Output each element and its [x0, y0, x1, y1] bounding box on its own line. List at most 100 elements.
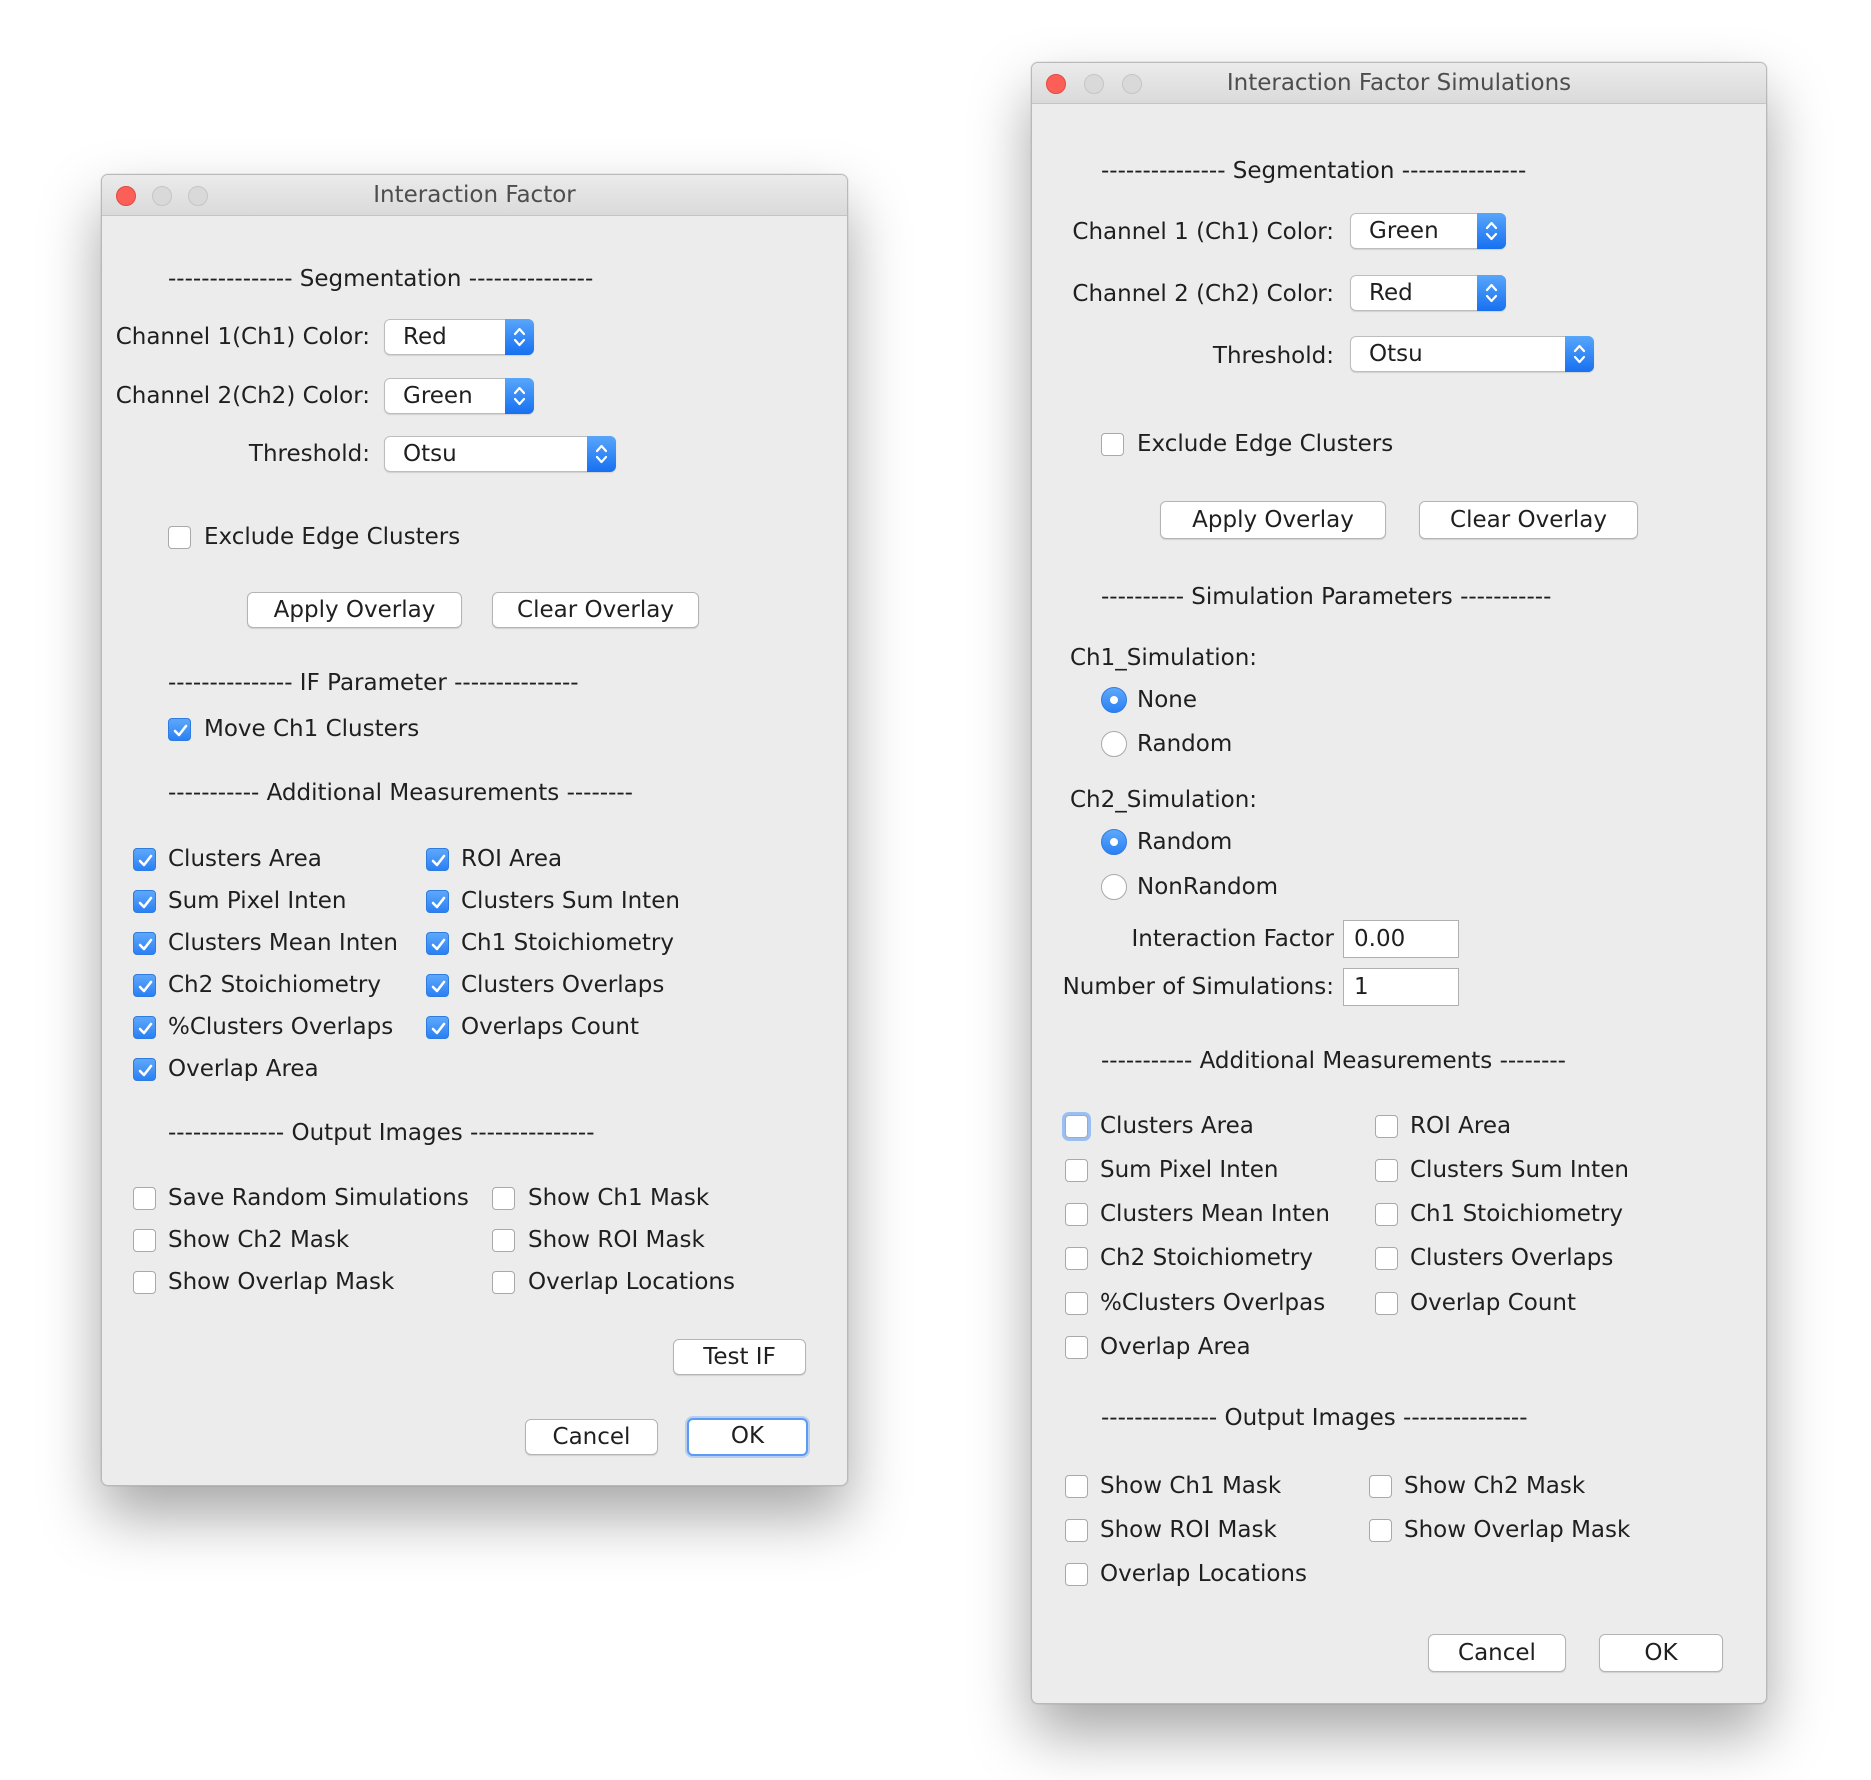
segmentation-header: --------------- Segmentation -----------…	[1101, 158, 1527, 184]
ch1-sim-random-radio[interactable]	[1101, 731, 1127, 757]
roi-area-checkbox[interactable]	[426, 848, 449, 871]
pct-clusters-overlaps-label: %Clusters Overlaps	[168, 1014, 394, 1040]
exclude-edge-checkbox[interactable]	[168, 526, 191, 549]
overlap-locations-checkbox[interactable]	[1065, 1563, 1088, 1586]
cancel-button[interactable]: Cancel	[525, 1419, 658, 1455]
additional-measurements-header: ----------- Additional Measurements ----…	[168, 780, 633, 806]
test-if-button[interactable]: Test IF	[673, 1339, 806, 1375]
ok-button[interactable]: OK	[1599, 1634, 1723, 1672]
show-ch1-mask-label: Show Ch1 Mask	[1100, 1473, 1282, 1499]
overlaps-count-checkbox[interactable]	[426, 1016, 449, 1039]
show-roi-mask-label: Show ROI Mask	[528, 1227, 705, 1253]
ch1-color-label: Channel 1 (Ch1) Color:	[1072, 219, 1334, 245]
show-overlap-mask-checkbox[interactable]	[1369, 1519, 1392, 1542]
save-random-simulations-checkbox[interactable]	[133, 1187, 156, 1210]
output-images-header: -------------- Output Images -----------…	[1101, 1405, 1528, 1431]
select-arrows-icon	[1477, 213, 1506, 249]
clusters-sum-inten-label: Clusters Sum Inten	[1410, 1157, 1629, 1183]
ch2-sim-random-label: Random	[1137, 829, 1233, 855]
overlap-area-label: Overlap Area	[1100, 1334, 1251, 1360]
output-images-header: -------------- Output Images -----------…	[168, 1120, 595, 1146]
sum-pixel-inten-label: Sum Pixel Inten	[168, 888, 347, 914]
pct-clusters-overlaps-checkbox[interactable]	[1065, 1292, 1088, 1315]
select-arrows-icon	[587, 436, 616, 472]
show-ch2-mask-checkbox[interactable]	[133, 1229, 156, 1252]
select-arrows-icon	[505, 378, 534, 414]
ch2-stoichiometry-checkbox[interactable]	[133, 974, 156, 997]
interaction-factor-label: Interaction Factor	[1131, 926, 1335, 952]
number-of-simulations-field[interactable]: 1	[1343, 968, 1459, 1006]
overlap-locations-label: Overlap Locations	[1100, 1561, 1307, 1587]
threshold-select[interactable]: Otsu	[1350, 336, 1594, 372]
ch2-sim-nonrandom-radio[interactable]	[1101, 874, 1127, 900]
ch2-color-label: Channel 2 (Ch2) Color:	[1072, 281, 1334, 307]
sum-pixel-inten-label: Sum Pixel Inten	[1100, 1157, 1279, 1183]
roi-area-label: ROI Area	[1410, 1113, 1512, 1139]
overlap-area-checkbox[interactable]	[1065, 1336, 1088, 1359]
ch1-stoichiometry-checkbox[interactable]	[1375, 1203, 1398, 1226]
ch1-sim-none-radio[interactable]	[1101, 687, 1127, 713]
overlap-area-checkbox[interactable]	[133, 1058, 156, 1081]
overlap-locations-label: Overlap Locations	[528, 1269, 735, 1295]
clusters-mean-inten-checkbox[interactable]	[133, 932, 156, 955]
ch2-stoichiometry-label: Ch2 Stoichiometry	[168, 972, 381, 998]
overlap-count-checkbox[interactable]	[1375, 1292, 1398, 1315]
pct-clusters-overlaps-checkbox[interactable]	[133, 1016, 156, 1039]
ch2-sim-random-radio[interactable]	[1101, 829, 1127, 855]
clear-overlay-button[interactable]: Clear Overlay	[492, 592, 699, 628]
ch1-color-select[interactable]: Green	[1350, 213, 1506, 249]
show-roi-mask-checkbox[interactable]	[1065, 1519, 1088, 1542]
overlap-locations-checkbox[interactable]	[492, 1271, 515, 1294]
segmentation-header: --------------- Segmentation -----------…	[168, 266, 594, 292]
overlap-count-label: Overlap Count	[1410, 1290, 1577, 1316]
title-bar: Interaction Factor Simulations	[1032, 63, 1766, 104]
cancel-button[interactable]: Cancel	[1428, 1634, 1566, 1672]
ch1-color-select[interactable]: Red	[384, 319, 534, 355]
pct-clusters-overlaps-label: %Clusters Overlpas	[1100, 1290, 1326, 1316]
threshold-label: Threshold:	[248, 441, 370, 467]
clusters-area-label: Clusters Area	[1100, 1113, 1254, 1139]
clear-overlay-button[interactable]: Clear Overlay	[1419, 501, 1638, 539]
show-ch1-mask-checkbox[interactable]	[1065, 1475, 1088, 1498]
clusters-area-checkbox[interactable]	[133, 848, 156, 871]
show-ch1-mask-checkbox[interactable]	[492, 1187, 515, 1210]
number-of-simulations-label: Number of Simulations:	[1062, 974, 1334, 1000]
interaction-factor-field[interactable]: 0.00	[1343, 920, 1459, 958]
clusters-sum-inten-checkbox[interactable]	[1375, 1159, 1398, 1182]
clusters-overlaps-checkbox[interactable]	[1375, 1247, 1398, 1270]
show-ch2-mask-checkbox[interactable]	[1369, 1475, 1392, 1498]
exclude-edge-checkbox[interactable]	[1101, 433, 1124, 456]
ch2-stoichiometry-label: Ch2 Stoichiometry	[1100, 1245, 1313, 1271]
clusters-mean-inten-checkbox[interactable]	[1065, 1203, 1088, 1226]
clusters-sum-inten-label: Clusters Sum Inten	[461, 888, 680, 914]
roi-area-checkbox[interactable]	[1375, 1115, 1398, 1138]
show-ch2-mask-label: Show Ch2 Mask	[168, 1227, 350, 1253]
apply-overlay-button[interactable]: Apply Overlay	[1160, 501, 1386, 539]
clusters-sum-inten-checkbox[interactable]	[426, 890, 449, 913]
sum-pixel-inten-checkbox[interactable]	[133, 890, 156, 913]
apply-overlay-button[interactable]: Apply Overlay	[247, 592, 462, 628]
ch1-simulation-label: Ch1_Simulation:	[1070, 645, 1258, 671]
window-title: Interaction Factor Simulations	[1226, 70, 1572, 96]
exclude-edge-label: Exclude Edge Clusters	[1137, 431, 1394, 457]
ch1-color-value: Green	[1369, 218, 1439, 244]
show-overlap-mask-checkbox[interactable]	[133, 1271, 156, 1294]
number-of-simulations-value: 1	[1354, 974, 1369, 1000]
clusters-area-checkbox[interactable]	[1065, 1115, 1088, 1138]
threshold-select[interactable]: Otsu	[384, 436, 616, 472]
ok-button[interactable]: OK	[687, 1418, 808, 1456]
ch1-sim-random-label: Random	[1137, 731, 1233, 757]
select-arrows-icon	[1565, 336, 1594, 372]
ch2-color-select[interactable]: Red	[1350, 275, 1506, 311]
ch2-color-select[interactable]: Green	[384, 378, 534, 414]
interaction-factor-simulations-dialog: Interaction Factor Simulations ---------…	[1031, 62, 1767, 1704]
ch1-stoichiometry-checkbox[interactable]	[426, 932, 449, 955]
clusters-overlaps-checkbox[interactable]	[426, 974, 449, 997]
ch1-stoichiometry-label: Ch1 Stoichiometry	[461, 930, 674, 956]
clusters-mean-inten-label: Clusters Mean Inten	[1100, 1201, 1331, 1227]
ch2-stoichiometry-checkbox[interactable]	[1065, 1247, 1088, 1270]
move-ch1-checkbox[interactable]	[168, 718, 191, 741]
sum-pixel-inten-checkbox[interactable]	[1065, 1159, 1088, 1182]
show-roi-mask-checkbox[interactable]	[492, 1229, 515, 1252]
show-overlap-mask-label: Show Overlap Mask	[1404, 1517, 1631, 1543]
